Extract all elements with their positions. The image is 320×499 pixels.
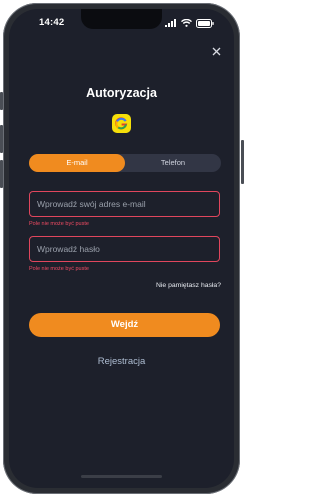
- status-icons: [165, 18, 214, 28]
- signal-icon: [165, 19, 176, 27]
- wifi-icon: [181, 19, 192, 27]
- close-icon[interactable]: [210, 47, 222, 59]
- password-field[interactable]: Wprowadź hasło: [29, 236, 220, 262]
- email-field[interactable]: Wprowadź swój adres e-mail: [29, 191, 220, 217]
- battery-icon: [196, 18, 214, 28]
- phone-frame: 14:42 Autoryzacja E-mail Telefon Wprowad…: [3, 3, 240, 494]
- app-logo-icon: [112, 114, 131, 133]
- tab-phone[interactable]: Telefon: [125, 154, 221, 172]
- tab-email[interactable]: E-mail: [29, 154, 125, 172]
- login-method-tabs: E-mail Telefon: [29, 154, 221, 172]
- status-bar: 14:42: [9, 17, 234, 31]
- home-indicator: [81, 475, 162, 478]
- page-title: Autoryzacja: [86, 86, 157, 100]
- login-button[interactable]: Wejdź: [29, 313, 220, 337]
- register-link[interactable]: Rejestracja: [9, 356, 234, 367]
- password-error: Pole nie może być puste: [29, 266, 89, 272]
- email-error: Pole nie może być puste: [29, 221, 89, 227]
- screen: 14:42 Autoryzacja E-mail Telefon Wprowad…: [9, 9, 234, 488]
- forgot-password-link[interactable]: Nie pamiętasz hasła?: [156, 282, 221, 289]
- status-time: 14:42: [39, 17, 65, 28]
- phone-power-button: [241, 140, 244, 184]
